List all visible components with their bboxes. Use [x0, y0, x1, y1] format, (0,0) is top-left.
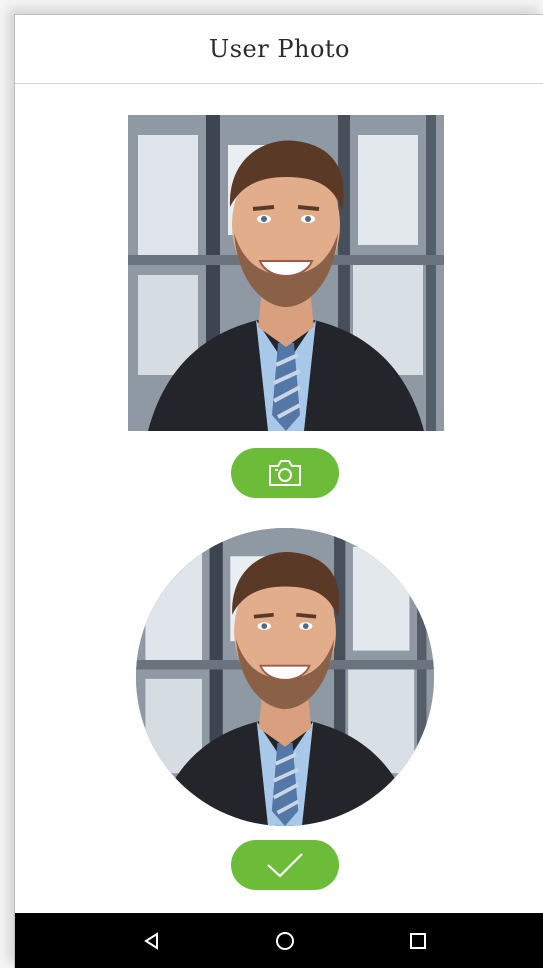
- avatar-image: [136, 528, 434, 826]
- camera-icon: [269, 460, 301, 486]
- phone-screen: User Photo: [14, 14, 543, 968]
- confirm-button[interactable]: [231, 840, 339, 890]
- page-title: User Photo: [209, 35, 350, 63]
- avatar-preview: [136, 528, 434, 826]
- take-photo-button[interactable]: [231, 448, 339, 498]
- portrait-image: [128, 115, 444, 431]
- recent-square-icon: [410, 932, 426, 949]
- back-triangle-icon: [144, 931, 158, 950]
- nav-recent-button[interactable]: [388, 913, 448, 968]
- nav-back-button[interactable]: [122, 913, 182, 968]
- captured-photo: [128, 115, 444, 431]
- app-header: User Photo: [15, 15, 543, 84]
- home-circle-icon: [276, 931, 294, 950]
- check-icon: [267, 853, 303, 878]
- system-navigation-bar: [15, 913, 543, 968]
- nav-home-button[interactable]: [255, 913, 315, 968]
